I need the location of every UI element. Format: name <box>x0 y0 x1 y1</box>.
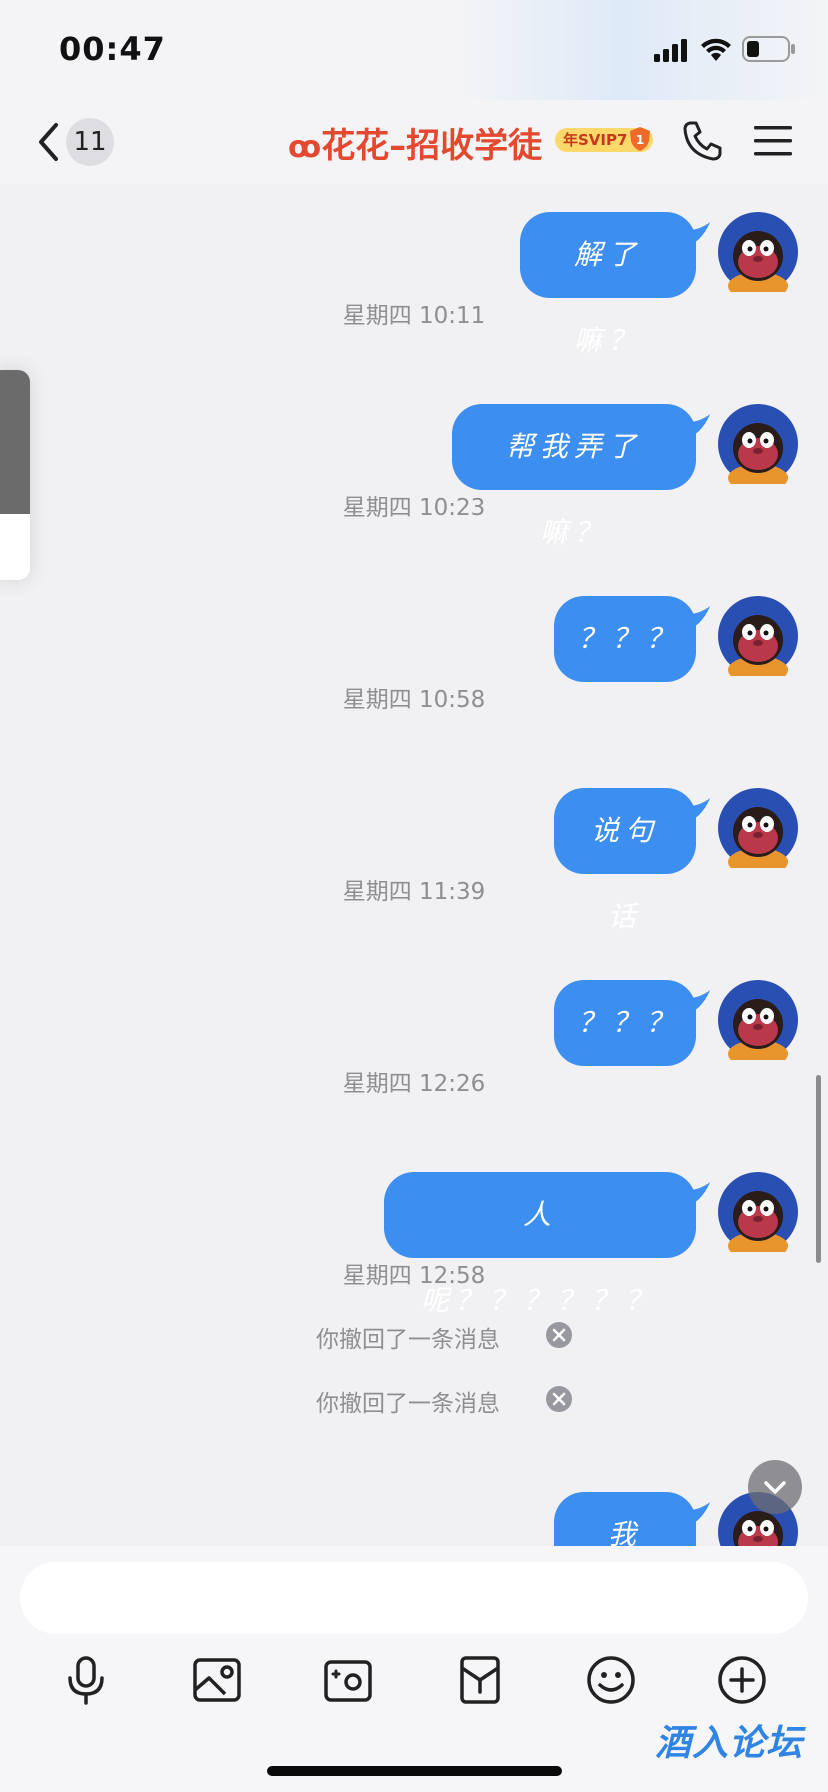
message-row: 解了嘛？ <box>0 212 828 357</box>
message-bubble[interactable]: ？？？ <box>554 596 696 682</box>
close-icon[interactable] <box>546 1386 572 1412</box>
message-bubble[interactable]: 说句话 <box>554 788 696 933</box>
bubble-tail <box>680 1502 710 1528</box>
emoji-icon[interactable] <box>585 1654 637 1706</box>
message-bubble[interactable]: 人呢？？？？？？ <box>384 1172 696 1317</box>
timestamp: 星期四 10:11 <box>342 303 486 329</box>
chat-title-text: 花花–招收学徒 <box>321 126 543 166</box>
message-input[interactable] <box>20 1562 808 1634</box>
close-icon[interactable] <box>546 1322 572 1348</box>
chevron-down-icon <box>764 1481 786 1494</box>
chat-header: 11 ꝏ花花–招收学徒 年SVIP7 1 <box>0 100 828 184</box>
timestamp: 星期四 10:23 <box>342 495 486 521</box>
avatar[interactable] <box>718 980 798 1060</box>
red-packet-icon[interactable] <box>454 1654 506 1706</box>
chat-title[interactable]: ꝏ花花–招收学徒 <box>288 118 542 167</box>
message-row: ？？？ <box>0 596 828 686</box>
message-bubble[interactable]: 解了嘛？ <box>520 212 696 357</box>
menu-icon[interactable] <box>754 124 794 158</box>
avatar[interactable] <box>718 788 798 868</box>
phone-call-icon[interactable] <box>682 120 722 162</box>
scroll-to-bottom-button[interactable] <box>748 1460 802 1514</box>
side-handle-thumbnail <box>0 370 30 514</box>
status-bar: 00:47 <box>0 0 828 100</box>
back-chevron-icon[interactable] <box>36 122 62 162</box>
home-indicator[interactable] <box>267 1766 562 1776</box>
message-bubble[interactable]: ？？？ <box>554 980 696 1066</box>
timestamp: 星期四 12:26 <box>342 1071 486 1097</box>
svg-text:1: 1 <box>636 133 644 147</box>
recall-text: 你撤回了一条消息 <box>316 1391 500 1417</box>
watermark: 酒入论坛 <box>655 1723 804 1764</box>
bubble-tail <box>680 222 710 248</box>
message-row: ？？？ <box>0 980 828 1070</box>
message-row: 我日？ <box>0 1492 828 1546</box>
vip-badge: 年SVIP7 1 <box>555 127 654 152</box>
vip-shield-icon: 1 <box>630 127 651 151</box>
status-time: 00:47 <box>59 30 166 68</box>
floating-side-handle[interactable] <box>0 370 30 580</box>
image-icon[interactable] <box>191 1654 243 1706</box>
message-row: 帮我弄了嘛？ <box>0 404 828 549</box>
battery-icon <box>742 36 795 62</box>
wifi-icon <box>701 38 731 61</box>
recall-notice: 你撤回了一条消息 <box>0 1384 828 1424</box>
recall-text: 你撤回了一条消息 <box>316 1327 500 1353</box>
bubble-tail <box>680 606 710 632</box>
bubble-tail <box>680 414 710 440</box>
unread-count-badge[interactable]: 11 <box>66 118 114 166</box>
vip-badge-text: 年SVIP7 <box>563 131 628 149</box>
message-row: 人呢？？？？？？ <box>0 1172 828 1317</box>
camera-icon[interactable] <box>322 1654 374 1706</box>
message-row: 说句话 <box>0 788 828 933</box>
wing-decoration-icon: ꝏ <box>288 130 322 165</box>
timestamp: 星期四 10:58 <box>342 687 486 713</box>
message-list[interactable]: 解了嘛？ 星期四 10:11 帮我弄了嘛？ 星期四 10:23 ？？？ 星期四 … <box>0 184 828 1546</box>
timestamp: 星期四 11:39 <box>342 879 486 905</box>
timestamp: 星期四 12:58 <box>342 1263 486 1289</box>
cellular-signal-icon <box>654 39 687 62</box>
bubble-tail <box>680 1182 710 1208</box>
mic-icon[interactable] <box>60 1654 112 1706</box>
avatar[interactable] <box>718 1172 798 1252</box>
avatar[interactable] <box>718 212 798 292</box>
bubble-tail <box>680 798 710 824</box>
avatar[interactable] <box>718 404 798 484</box>
scrollbar[interactable] <box>816 1075 821 1263</box>
recall-notice: 你撤回了一条消息 <box>0 1320 828 1360</box>
message-bubble[interactable]: 帮我弄了嘛？ <box>452 404 696 549</box>
avatar[interactable] <box>718 596 798 676</box>
plus-icon[interactable] <box>716 1654 768 1706</box>
message-bubble[interactable]: 我日？ <box>554 1492 696 1546</box>
bubble-tail <box>680 990 710 1016</box>
